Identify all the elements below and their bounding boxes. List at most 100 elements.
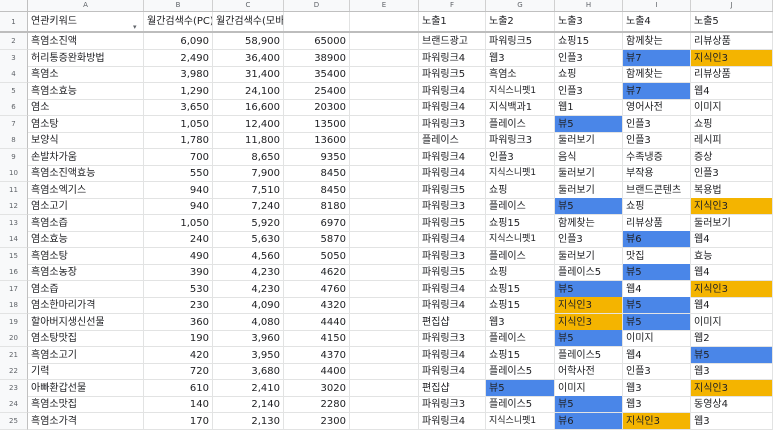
cell-e[interactable] [350,247,419,265]
cell-i[interactable]: 리뷰상품 [623,214,691,232]
cell-b[interactable]: 2,490 [144,49,213,67]
cell-c[interactable]: 7,240 [213,198,284,215]
cell-j[interactable]: 지식인3 [691,49,773,67]
cell-h[interactable]: 뷰5 [555,115,623,133]
cell-c[interactable]: 4,230 [213,264,284,281]
cell-c[interactable]: 36,400 [213,49,284,67]
cell-b[interactable]: 1,050 [144,115,213,133]
cell-j[interactable]: 지식인3 [691,198,773,215]
cell-i[interactable]: 노출4 [623,12,691,32]
cell-c[interactable]: 월간검색수(모바일) [213,12,284,32]
cell-i[interactable]: 브랜드콘텐츠 [623,181,691,199]
cell-c[interactable]: 7,900 [213,165,284,182]
cell-i[interactable]: 인플3 [623,115,691,133]
cell-f[interactable]: 파워링크4 [419,231,486,248]
cell-e[interactable] [350,33,419,50]
row-number[interactable]: 19 [0,313,28,331]
cell-c[interactable]: 7,510 [213,181,284,199]
row-number[interactable]: 11 [0,181,28,199]
cell-d[interactable]: 25400 [284,82,350,100]
column-header-i[interactable]: I [623,0,691,11]
cell-c[interactable]: 8,650 [213,148,284,166]
cell-c[interactable]: 3,950 [213,346,284,364]
cell-h[interactable]: 뷰5 [555,198,623,215]
cell-b[interactable]: 140 [144,396,213,413]
row-number[interactable]: 22 [0,363,28,380]
cell-e[interactable] [350,363,419,380]
cell-j[interactable]: 리뷰상품 [691,33,773,50]
cell-c[interactable]: 4,090 [213,297,284,314]
cell-j[interactable]: 뷰5 [691,346,773,364]
cell-j[interactable]: 레시피 [691,132,773,149]
cell-d[interactable]: 20300 [284,99,350,116]
cell-g[interactable]: 플레이스5 [486,396,555,413]
cell-g[interactable]: 플레이스 [486,115,555,133]
cell-a[interactable]: 흑염소농장 [28,264,144,281]
cell-h[interactable]: 둘러보기 [555,165,623,182]
cell-a[interactable]: 흑염소진액효능 [28,165,144,182]
cell-d[interactable]: 6970 [284,214,350,232]
cell-j[interactable]: 이미지 [691,99,773,116]
cell-f[interactable]: 플레이스 [419,132,486,149]
cell-d[interactable]: 8180 [284,198,350,215]
cell-b[interactable]: 6,090 [144,33,213,50]
cell-d[interactable]: 9350 [284,148,350,166]
cell-i[interactable]: 인플3 [623,363,691,380]
row-number[interactable]: 12 [0,198,28,215]
cell-b[interactable]: 420 [144,346,213,364]
cell-h[interactable]: 뷰5 [555,396,623,413]
cell-e[interactable] [350,165,419,182]
cell-b[interactable]: 월간검색수(PC) [144,12,213,32]
cell-a[interactable]: 흑염소탕 [28,247,144,265]
cell-c[interactable]: 4,560 [213,247,284,265]
cell-i[interactable]: 뷰7 [623,82,691,100]
cell-a[interactable]: 염소 [28,99,144,116]
cell-a[interactable]: 염소탕맛집 [28,330,144,347]
row-number[interactable]: 2 [0,33,28,50]
row-number[interactable]: 7 [0,115,28,133]
cell-a[interactable]: 염소고기 [28,198,144,215]
cell-b[interactable]: 1,290 [144,82,213,100]
cell-d[interactable] [284,12,350,32]
cell-b[interactable]: 190 [144,330,213,347]
cell-b[interactable]: 3,980 [144,66,213,83]
cell-i[interactable]: 뷰5 [623,313,691,331]
cell-b[interactable]: 360 [144,313,213,331]
cell-f[interactable]: 파워링크4 [419,280,486,298]
cell-e[interactable] [350,379,419,397]
cell-g[interactable]: 뷰5 [486,379,555,397]
cell-h[interactable]: 둘러보기 [555,247,623,265]
cell-f[interactable]: 편집샵 [419,313,486,331]
column-header-f[interactable]: F [419,0,486,11]
cell-b[interactable]: 700 [144,148,213,166]
column-header-h[interactable]: H [555,0,623,11]
cell-j[interactable]: 지식인3 [691,280,773,298]
cell-i[interactable]: 웹3 [623,396,691,413]
cell-g[interactable]: 지식스니펫1 [486,412,555,430]
cell-c[interactable]: 31,400 [213,66,284,83]
cell-d[interactable]: 8450 [284,165,350,182]
cell-d[interactable]: 4760 [284,280,350,298]
cell-g[interactable]: 쇼핑 [486,264,555,281]
cell-g[interactable]: 플레이스 [486,247,555,265]
cell-d[interactable]: 4400 [284,363,350,380]
cell-h[interactable]: 인플3 [555,82,623,100]
cell-e[interactable] [350,297,419,314]
cell-d[interactable]: 4150 [284,330,350,347]
cell-d[interactable]: 2300 [284,412,350,430]
row-number[interactable]: 9 [0,148,28,166]
cell-c[interactable]: 24,100 [213,82,284,100]
row-number[interactable]: 13 [0,214,28,232]
cell-g[interactable]: 흑염소 [486,66,555,83]
cell-h[interactable]: 쇼핑15 [555,33,623,50]
cell-g[interactable]: 파워링크3 [486,132,555,149]
cell-c[interactable]: 4,080 [213,313,284,331]
cell-h[interactable]: 인플3 [555,231,623,248]
cell-a[interactable]: 염소탕 [28,115,144,133]
cell-d[interactable]: 4440 [284,313,350,331]
cell-c[interactable]: 12,400 [213,115,284,133]
cell-h[interactable]: 어학사전 [555,363,623,380]
cell-d[interactable]: 4320 [284,297,350,314]
row-number[interactable]: 4 [0,66,28,83]
cell-e[interactable] [350,66,419,83]
